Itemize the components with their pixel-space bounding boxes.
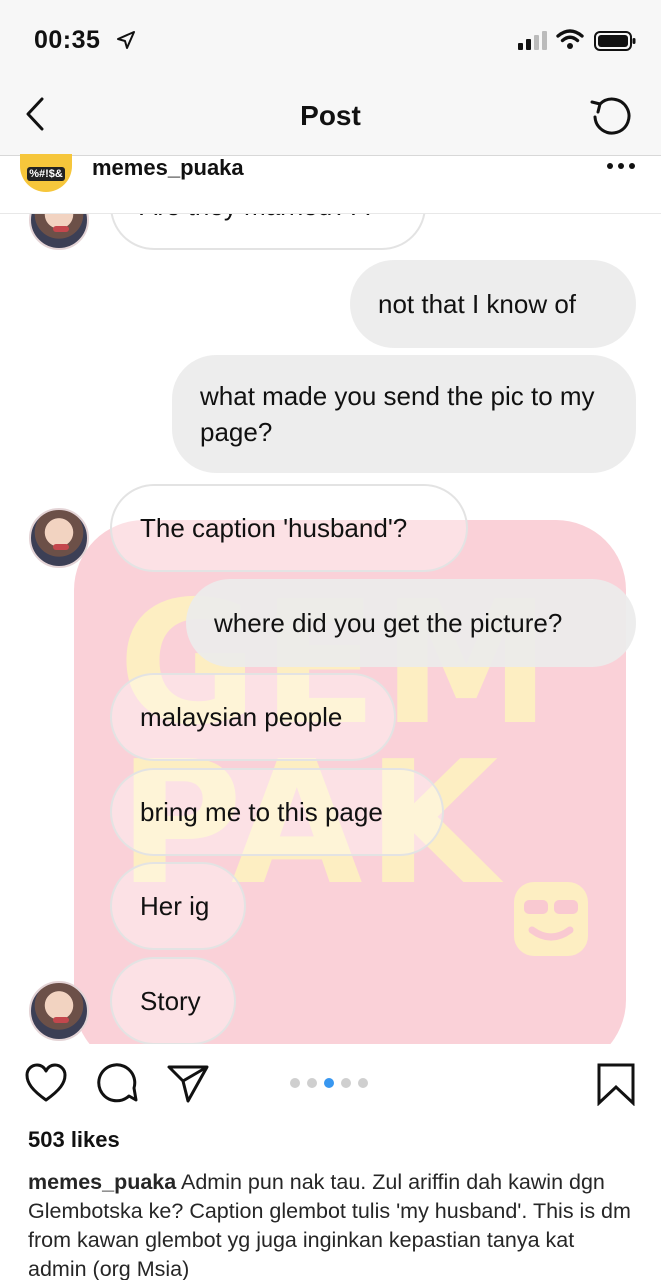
action-bar bbox=[0, 1044, 661, 1126]
share-icon[interactable] bbox=[166, 1062, 210, 1104]
message-bubble: Story bbox=[110, 957, 236, 1044]
message-bubble: what made you send the pic to my page? bbox=[172, 355, 636, 473]
carousel-dot bbox=[341, 1078, 351, 1088]
carousel-dot bbox=[290, 1078, 300, 1088]
post-username[interactable]: memes_puaka bbox=[92, 155, 244, 181]
avatar[interactable]: %#!$& bbox=[20, 154, 72, 192]
sender-avatar bbox=[29, 981, 89, 1041]
heart-icon[interactable] bbox=[24, 1062, 68, 1104]
wifi-icon bbox=[556, 29, 584, 49]
sender-avatar bbox=[29, 508, 89, 568]
carousel-dot-active bbox=[324, 1078, 334, 1088]
message-bubble: Are they married??? bbox=[110, 214, 426, 250]
post-header: %#!$& memes_puaka bbox=[0, 154, 661, 214]
signal-icon bbox=[518, 31, 547, 50]
message-bubble: The caption 'husband'? bbox=[110, 484, 468, 572]
smile-icon bbox=[514, 882, 588, 956]
refresh-icon[interactable] bbox=[588, 94, 634, 140]
more-icon[interactable] bbox=[606, 162, 636, 170]
status-time: 00:35 bbox=[34, 26, 101, 54]
message-bubble: bring me to this page bbox=[110, 768, 444, 856]
likes-count[interactable]: 503 likes bbox=[28, 1127, 120, 1153]
bookmark-icon[interactable] bbox=[596, 1062, 636, 1106]
carousel-dot bbox=[358, 1078, 368, 1088]
comment-icon[interactable] bbox=[96, 1062, 138, 1104]
carousel-dot bbox=[307, 1078, 317, 1088]
post-image[interactable]: GEM PAK Are they married??? not that I k… bbox=[0, 214, 661, 1044]
nav-bar: Post bbox=[0, 80, 661, 156]
status-bar: 00:35 bbox=[0, 0, 661, 80]
avatar-label: %#!$& bbox=[29, 168, 63, 180]
location-arrow-icon bbox=[117, 31, 135, 49]
message-bubble: malaysian people bbox=[110, 673, 396, 761]
message-bubble: where did you get the picture? bbox=[186, 579, 636, 667]
carousel-indicator bbox=[290, 1078, 368, 1088]
sender-avatar bbox=[29, 214, 89, 250]
page-title: Post bbox=[300, 100, 361, 131]
message-bubble: not that I know of bbox=[350, 260, 636, 348]
post-caption: memes_puaka Admin pun nak tau. Zul ariff… bbox=[28, 1168, 638, 1280]
message-bubble: Her ig bbox=[110, 862, 246, 950]
battery-icon bbox=[594, 31, 636, 51]
caption-username[interactable]: memes_puaka bbox=[28, 1170, 176, 1194]
